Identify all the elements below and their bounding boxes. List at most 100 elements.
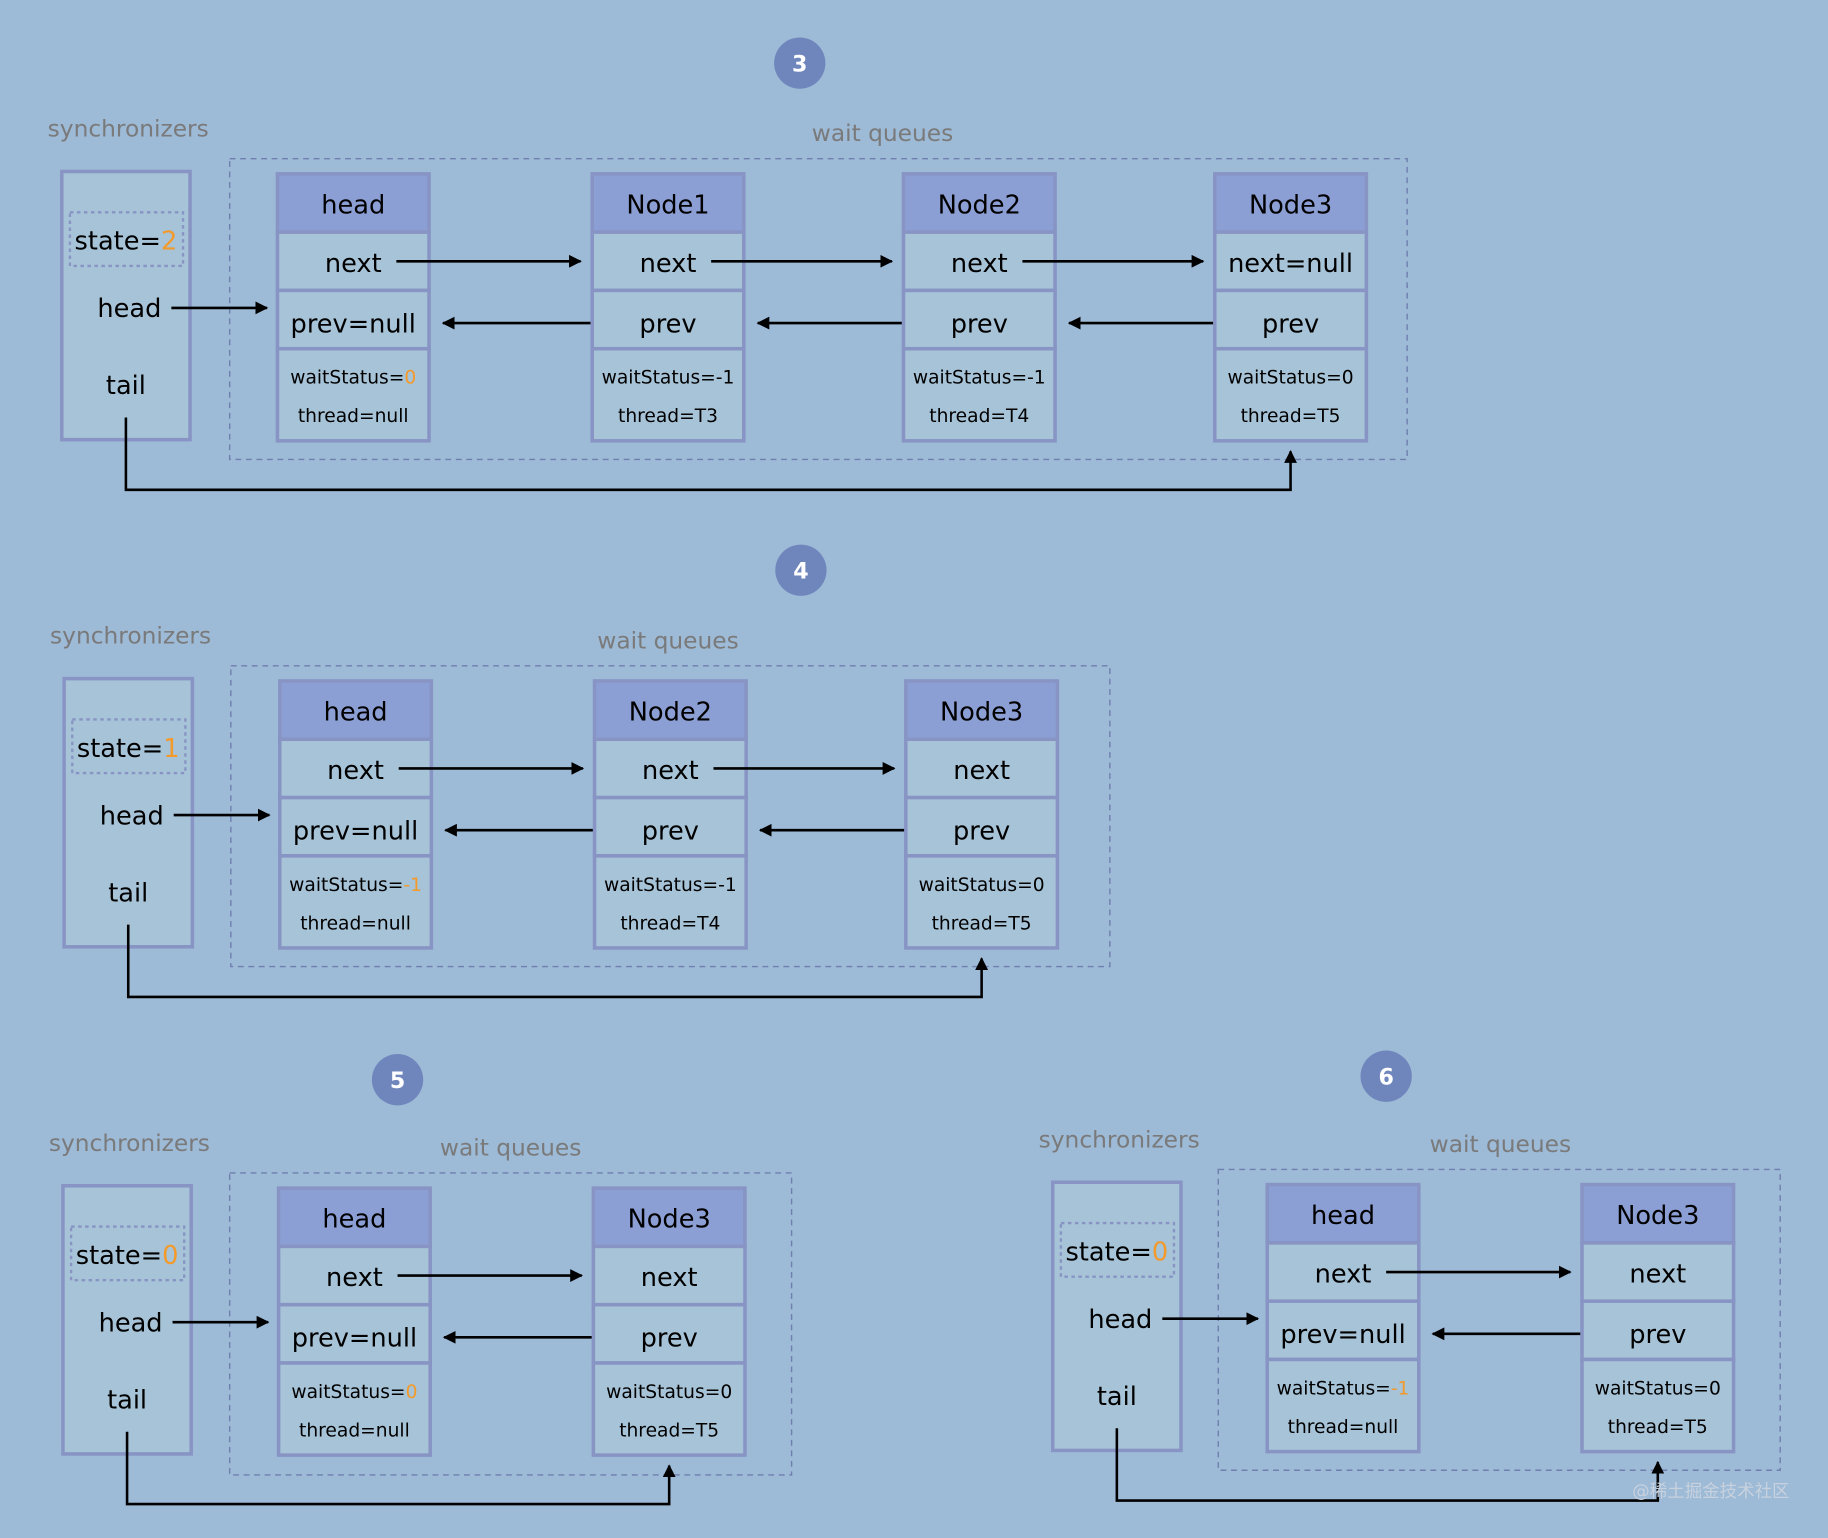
sync-head-label: head — [99, 1309, 163, 1339]
state-value: 0 — [1152, 1237, 1168, 1267]
wait-status-value: -1 — [1027, 368, 1046, 389]
queue-node: head next prev=null waitStatus=-1 thread=nul… — [1265, 1182, 1421, 1454]
node-next-field: next=null — [1228, 249, 1353, 279]
synchronizer-box: state=0 head tail — [1050, 1180, 1183, 1453]
node-wait-status: waitStatus=0 — [919, 875, 1045, 896]
node-wait-status: waitStatus=0 — [606, 1382, 732, 1403]
node-wait-status: waitStatus=-1 — [913, 368, 1046, 389]
aqs-wait-queue-diagram: 3 synchronizers wait queues state=2 head tail… — [48, 37, 1790, 1506]
queue-node: Node1 next prev waitStatus=-1 thread=T3 — [590, 172, 746, 443]
queue-node: Node3 next prev waitStatus=0 thread=T5 — [904, 679, 1060, 950]
sync-head-label: head — [1088, 1305, 1152, 1335]
node-wait-status: waitStatus=-1 — [602, 368, 735, 389]
node-title: Node2 — [629, 698, 712, 728]
wait-status-value: -1 — [1391, 1378, 1410, 1399]
node-title: head — [324, 698, 388, 728]
wait-queues-label: wait queues — [597, 627, 738, 654]
node-prev-field: prev — [639, 309, 696, 339]
wait-status-value: 0 — [720, 1382, 732, 1403]
state-value: 0 — [162, 1241, 178, 1271]
node-prev-field: prev — [1262, 309, 1319, 339]
sync-head-label: head — [97, 294, 161, 324]
node-next-field: next — [325, 249, 382, 279]
node-thread: thread=T5 — [1241, 406, 1341, 427]
node-thread: thread=T4 — [620, 913, 720, 934]
state-text: state=2 — [75, 227, 178, 257]
diagram-step-3: 3 synchronizers wait queues state=2 head tail… — [48, 37, 1408, 492]
synchronizer-box: state=1 head tail — [62, 676, 195, 949]
state-text: state=0 — [76, 1241, 179, 1271]
node-next-field: next — [641, 1263, 698, 1293]
wait-queues-label: wait queues — [812, 120, 953, 147]
node-wait-status: waitStatus=-1 — [604, 875, 737, 896]
queue-node: head next prev=null waitStatus=0 thread=null — [276, 1186, 432, 1457]
node-prev-field: prev — [951, 309, 1008, 339]
node-wait-status: waitStatus=0 — [290, 368, 416, 389]
step-number: 3 — [792, 51, 807, 77]
node-title: Node1 — [626, 190, 709, 220]
step-number: 6 — [1378, 1064, 1393, 1090]
node-title: Node3 — [1616, 1201, 1699, 1231]
node-title: Node3 — [940, 698, 1023, 728]
node-prev-field: prev — [1629, 1320, 1686, 1350]
step-number: 4 — [793, 558, 808, 584]
sync-tail-label: tail — [106, 371, 146, 401]
node-thread: thread=null — [300, 913, 411, 934]
state-value: 2 — [161, 227, 177, 257]
node-thread: thread=T3 — [618, 406, 718, 427]
state-text: state=1 — [77, 734, 180, 764]
step-badge: 5 — [371, 1054, 424, 1106]
wait-status-value: 0 — [1033, 875, 1045, 896]
synchronizers-label: synchronizers — [49, 1130, 210, 1157]
node-next-field: next — [642, 756, 699, 786]
node-title: head — [321, 190, 385, 220]
queue-node: Node2 next prev waitStatus=-1 thread=T4 — [592, 679, 748, 950]
step-badge: 4 — [775, 544, 827, 596]
sync-tail-label: tail — [107, 1385, 147, 1415]
sync-tail-label: tail — [1097, 1382, 1137, 1412]
node-next-field: next — [640, 249, 697, 279]
watermark: @稀土掘金技术社区 — [1632, 1482, 1789, 1502]
node-prev-field: prev=null — [1280, 1320, 1405, 1350]
node-title: head — [322, 1205, 386, 1235]
node-prev-field: prev — [642, 817, 699, 847]
synchronizers-label: synchronizers — [50, 623, 211, 650]
node-wait-status: waitStatus=-1 — [1277, 1378, 1410, 1399]
node-title: Node3 — [1249, 190, 1332, 220]
node-next-field: next — [1315, 1260, 1372, 1290]
diagram-step-6: 6 synchronizers wait queues state=0 head tail… — [1039, 1050, 1781, 1502]
node-wait-status: waitStatus=0 — [1228, 368, 1354, 389]
synchronizers-label: synchronizers — [48, 116, 209, 143]
diagram-step-4: 4 synchronizers wait queues state=1 head tail… — [50, 544, 1111, 999]
step-badge: 3 — [774, 37, 826, 89]
sync-head-label: head — [100, 801, 164, 831]
node-wait-status: waitStatus=0 — [291, 1382, 417, 1403]
node-next-field: next — [326, 1263, 383, 1293]
synchronizer-box: state=0 head tail — [61, 1184, 193, 1456]
queue-node: Node3 next prev waitStatus=0 thread=T5 — [1580, 1182, 1736, 1454]
node-title: Node3 — [628, 1205, 711, 1235]
wait-status-value: 0 — [406, 1382, 418, 1403]
sync-tail-label: tail — [108, 878, 148, 908]
node-next-field: next — [951, 249, 1008, 279]
node-thread: thread=null — [298, 406, 409, 427]
tail-pointer-arrow — [126, 924, 989, 999]
queue-node: Node2 next prev waitStatus=-1 thread=T4 — [901, 172, 1057, 443]
step-badge: 6 — [1360, 1050, 1412, 1102]
diagram-step-5: 5 synchronizers wait queues state=0 head tail… — [49, 1054, 793, 1506]
wait-status-value: 0 — [404, 368, 416, 389]
node-thread: thread=T5 — [932, 913, 1032, 934]
synchronizers-label: synchronizers — [1039, 1126, 1200, 1153]
state-value: 1 — [163, 734, 179, 764]
node-wait-status: waitStatus=0 — [1595, 1378, 1721, 1399]
node-next-field: next — [327, 756, 384, 786]
node-title: head — [1311, 1201, 1375, 1231]
node-thread: thread=T5 — [619, 1420, 719, 1441]
synchronizer-box: state=2 head tail — [60, 169, 192, 442]
node-prev-field: prev — [953, 817, 1010, 847]
node-prev-field: prev=null — [292, 1324, 417, 1354]
wait-status-value: 0 — [1342, 368, 1354, 389]
node-thread: thread=null — [299, 1420, 410, 1441]
node-prev-field: prev=null — [293, 817, 418, 847]
queue-node: Node3 next prev waitStatus=0 thread=T5 — [591, 1186, 747, 1457]
